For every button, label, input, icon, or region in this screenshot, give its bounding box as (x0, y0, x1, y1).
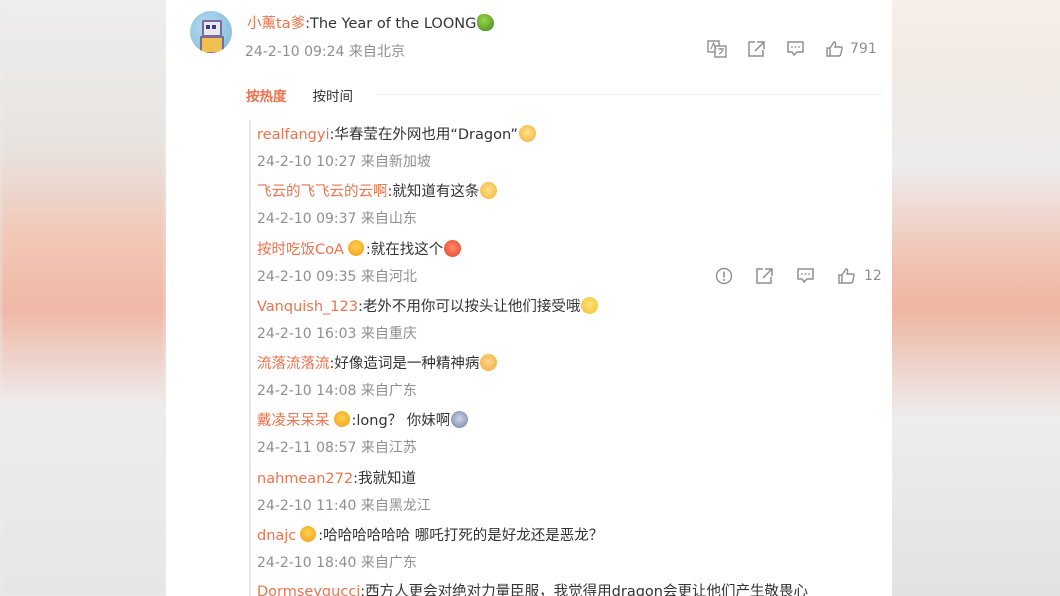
avatar[interactable] (190, 11, 232, 53)
reply-username[interactable]: 流落流落流 (257, 356, 330, 372)
reply-item: Vanquish_123:老外不用你可以按头让他们接受哦 24-2-10 16:… (257, 295, 887, 343)
post-like-count: 791 (850, 41, 877, 57)
tab-by-time[interactable]: 按时间 (313, 85, 354, 105)
reply-item: realfangyi:华春莹在外网也用“Dragon” 24-2-10 10:2… (257, 123, 887, 171)
reply-item: dnajc :哈哈哈哈哈哈 哪吒打死的是好龙还是恶龙？ 24-2-10 18:40… (257, 524, 887, 572)
dragon-emoji-icon (477, 14, 495, 31)
divider (376, 94, 882, 95)
reply-username[interactable]: dnajc (257, 528, 296, 544)
like-icon[interactable] (825, 40, 844, 58)
reply-username[interactable]: 飞云的飞飞云的云啊 (257, 184, 388, 200)
post-meta: 24-2-10 09:24 来自北京 (245, 44, 405, 60)
comment-icon[interactable] (786, 40, 805, 58)
vip-badge-icon (347, 240, 364, 256)
reply-meta: 24-2-10 09:37 来自山东 (257, 211, 417, 227)
comment-card: 小薰ta爹:The Year of the LOONG 24-2-10 09:2… (166, 0, 892, 596)
reply-username[interactable]: nahmean272 (257, 471, 353, 487)
reply-item: 流落流落流:好像造词是一种精神病 24-2-10 14:08 来自广东 (257, 352, 887, 400)
reply-text: :哈哈哈哈哈哈 哪吒打死的是好龙还是恶龙？ (318, 528, 604, 544)
post-author-line: 小薰ta爹:The Year of the LOONG (247, 12, 495, 33)
reply-meta: 24-2-10 14:08 来自广东 (257, 383, 417, 399)
background-left (0, 0, 166, 596)
clap-emoji-icon (480, 354, 498, 371)
background-right (892, 0, 1060, 596)
vip-badge-icon (333, 411, 350, 427)
share-icon[interactable] (755, 267, 774, 285)
reply-text: :华春莹在外网也用“Dragon” (329, 127, 518, 143)
reply-item: 戴凌呆呆呆 :long？ 你妹啊 24-2-11 08:57 来自江苏 (257, 409, 887, 457)
reply-username[interactable]: 按时吃饭CoA (257, 242, 344, 258)
reply-username[interactable]: Dormseyqucci (257, 584, 360, 596)
reply-text: :就知道有这条 (387, 184, 480, 200)
reply-text: :西方人更会对绝对力量臣服，我觉得用dragon会更让他们产生敬畏心 (360, 584, 808, 596)
reply-meta: 24-2-10 10:27 来自新加坡 (257, 154, 431, 170)
reply-username[interactable]: realfangyi (257, 127, 329, 143)
cat-emoji-icon (480, 182, 498, 199)
reply-username[interactable]: Vanquish_123 (257, 299, 358, 315)
post-actions: 791 (707, 40, 877, 58)
reply-text: :就在找这个 (365, 242, 444, 258)
like-icon[interactable] (837, 267, 856, 285)
reply-text: :long？ 你妹啊 (351, 413, 451, 429)
angry-emoji-icon (444, 240, 462, 257)
reply-text: :好像造词是一种精神病 (329, 356, 480, 372)
sort-tabs: 按热度 按时间 (246, 85, 353, 105)
reply-like-count: 12 (864, 268, 882, 284)
reply-item: Dormseyqucci:西方人更会对绝对力量臣服，我觉得用dragon会更让他… (257, 580, 887, 596)
comment-icon[interactable] (796, 267, 815, 285)
reply-text: :我就知道 (353, 471, 416, 487)
tab-by-popularity[interactable]: 按热度 (246, 85, 287, 105)
reply-actions: 12 (715, 267, 882, 285)
reply-item: nahmean272:我就知道 24-2-10 11:40 来自黑龙江 (257, 467, 887, 515)
post-author-name[interactable]: 小薰ta爹 (247, 16, 305, 32)
report-icon[interactable] (715, 267, 733, 285)
reply-meta: 24-2-10 16:03 来自重庆 (257, 326, 417, 342)
reply-username[interactable]: 戴凌呆呆呆 (257, 413, 330, 429)
reply-meta: 24-2-10 11:40 来自黑龙江 (257, 498, 431, 514)
reply-text: :老外不用你可以按头让他们接受哦 (357, 299, 581, 315)
reply-meta: 24-2-10 18:40 来自广东 (257, 555, 417, 571)
post-text: :The Year of the LOONG (305, 16, 477, 32)
translate-icon[interactable] (707, 40, 727, 58)
reply-item: 飞云的飞飞云的云啊:就知道有这条 24-2-10 09:37 来自山东 (257, 180, 887, 228)
mask-emoji-icon (451, 411, 469, 428)
cat-emoji-icon (518, 125, 536, 142)
reply-thread-line (249, 120, 251, 596)
vip-badge-icon (300, 526, 317, 542)
reply-meta: 24-2-11 08:57 来自江苏 (257, 440, 417, 456)
share-icon[interactable] (747, 40, 766, 58)
smile-emoji-icon (581, 297, 599, 314)
